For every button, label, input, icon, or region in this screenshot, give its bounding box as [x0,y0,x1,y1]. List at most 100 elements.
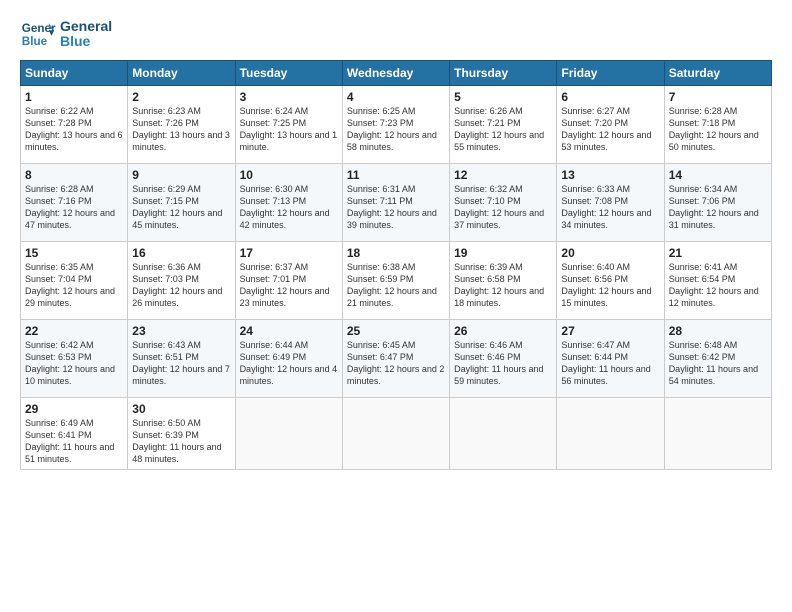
day-number: 3 [240,90,338,104]
day-number: 28 [669,324,767,338]
day-number: 10 [240,168,338,182]
day-number: 30 [132,402,230,416]
calendar-week-4: 22 Sunrise: 6:42 AM Sunset: 6:53 PM Dayl… [21,320,772,398]
day-info: Sunrise: 6:37 AM Sunset: 7:01 PM Dayligh… [240,261,338,310]
svg-text:Blue: Blue [22,35,48,48]
calendar-cell: 21 Sunrise: 6:41 AM Sunset: 6:54 PM Dayl… [664,242,771,320]
logo: General Blue General Blue [20,16,112,52]
calendar-cell: 22 Sunrise: 6:42 AM Sunset: 6:53 PM Dayl… [21,320,128,398]
header-sunday: Sunday [21,61,128,86]
header-saturday: Saturday [664,61,771,86]
day-info: Sunrise: 6:38 AM Sunset: 6:59 PM Dayligh… [347,261,445,310]
day-info: Sunrise: 6:26 AM Sunset: 7:21 PM Dayligh… [454,105,552,154]
day-info: Sunrise: 6:27 AM Sunset: 7:20 PM Dayligh… [561,105,659,154]
day-number: 22 [25,324,123,338]
day-info: Sunrise: 6:46 AM Sunset: 6:46 PM Dayligh… [454,339,552,388]
day-info: Sunrise: 6:29 AM Sunset: 7:15 PM Dayligh… [132,183,230,232]
day-info: Sunrise: 6:28 AM Sunset: 7:16 PM Dayligh… [25,183,123,232]
day-number: 29 [25,402,123,416]
calendar-cell: 3 Sunrise: 6:24 AM Sunset: 7:25 PM Dayli… [235,86,342,164]
calendar-cell: 25 Sunrise: 6:45 AM Sunset: 6:47 PM Dayl… [342,320,449,398]
day-number: 26 [454,324,552,338]
day-info: Sunrise: 6:44 AM Sunset: 6:49 PM Dayligh… [240,339,338,388]
day-info: Sunrise: 6:45 AM Sunset: 6:47 PM Dayligh… [347,339,445,388]
day-number: 21 [669,246,767,260]
day-info: Sunrise: 6:28 AM Sunset: 7:18 PM Dayligh… [669,105,767,154]
day-number: 8 [25,168,123,182]
calendar-table: SundayMondayTuesdayWednesdayThursdayFrid… [20,60,772,470]
day-number: 16 [132,246,230,260]
day-info: Sunrise: 6:22 AM Sunset: 7:28 PM Dayligh… [25,105,123,154]
day-number: 23 [132,324,230,338]
calendar-cell: 17 Sunrise: 6:37 AM Sunset: 7:01 PM Dayl… [235,242,342,320]
calendar-cell: 27 Sunrise: 6:47 AM Sunset: 6:44 PM Dayl… [557,320,664,398]
day-number: 13 [561,168,659,182]
day-number: 19 [454,246,552,260]
calendar-cell: 24 Sunrise: 6:44 AM Sunset: 6:49 PM Dayl… [235,320,342,398]
header-wednesday: Wednesday [342,61,449,86]
day-number: 9 [132,168,230,182]
calendar-week-1: 1 Sunrise: 6:22 AM Sunset: 7:28 PM Dayli… [21,86,772,164]
day-info: Sunrise: 6:36 AM Sunset: 7:03 PM Dayligh… [132,261,230,310]
day-info: Sunrise: 6:23 AM Sunset: 7:26 PM Dayligh… [132,105,230,154]
calendar-cell: 9 Sunrise: 6:29 AM Sunset: 7:15 PM Dayli… [128,164,235,242]
day-info: Sunrise: 6:30 AM Sunset: 7:13 PM Dayligh… [240,183,338,232]
day-number: 12 [454,168,552,182]
calendar-cell [235,398,342,470]
calendar-cell: 26 Sunrise: 6:46 AM Sunset: 6:46 PM Dayl… [450,320,557,398]
calendar-cell: 5 Sunrise: 6:26 AM Sunset: 7:21 PM Dayli… [450,86,557,164]
header-monday: Monday [128,61,235,86]
calendar-cell: 2 Sunrise: 6:23 AM Sunset: 7:26 PM Dayli… [128,86,235,164]
calendar-week-3: 15 Sunrise: 6:35 AM Sunset: 7:04 PM Dayl… [21,242,772,320]
calendar-cell: 10 Sunrise: 6:30 AM Sunset: 7:13 PM Dayl… [235,164,342,242]
calendar-cell: 29 Sunrise: 6:49 AM Sunset: 6:41 PM Dayl… [21,398,128,470]
header-friday: Friday [557,61,664,86]
day-number: 25 [347,324,445,338]
calendar-cell: 13 Sunrise: 6:33 AM Sunset: 7:08 PM Dayl… [557,164,664,242]
day-number: 15 [25,246,123,260]
day-number: 18 [347,246,445,260]
day-info: Sunrise: 6:41 AM Sunset: 6:54 PM Dayligh… [669,261,767,310]
calendar-week-5: 29 Sunrise: 6:49 AM Sunset: 6:41 PM Dayl… [21,398,772,470]
calendar-cell [557,398,664,470]
day-number: 6 [561,90,659,104]
calendar-cell [342,398,449,470]
day-number: 20 [561,246,659,260]
day-info: Sunrise: 6:32 AM Sunset: 7:10 PM Dayligh… [454,183,552,232]
day-info: Sunrise: 6:40 AM Sunset: 6:56 PM Dayligh… [561,261,659,310]
calendar-cell: 1 Sunrise: 6:22 AM Sunset: 7:28 PM Dayli… [21,86,128,164]
calendar-cell: 20 Sunrise: 6:40 AM Sunset: 6:56 PM Dayl… [557,242,664,320]
calendar-cell: 4 Sunrise: 6:25 AM Sunset: 7:23 PM Dayli… [342,86,449,164]
calendar-week-2: 8 Sunrise: 6:28 AM Sunset: 7:16 PM Dayli… [21,164,772,242]
header-thursday: Thursday [450,61,557,86]
calendar-cell: 11 Sunrise: 6:31 AM Sunset: 7:11 PM Dayl… [342,164,449,242]
day-info: Sunrise: 6:43 AM Sunset: 6:51 PM Dayligh… [132,339,230,388]
day-number: 4 [347,90,445,104]
calendar-cell: 6 Sunrise: 6:27 AM Sunset: 7:20 PM Dayli… [557,86,664,164]
logo-general: General [60,19,112,34]
day-info: Sunrise: 6:47 AM Sunset: 6:44 PM Dayligh… [561,339,659,388]
day-number: 27 [561,324,659,338]
day-info: Sunrise: 6:31 AM Sunset: 7:11 PM Dayligh… [347,183,445,232]
day-info: Sunrise: 6:24 AM Sunset: 7:25 PM Dayligh… [240,105,338,154]
day-info: Sunrise: 6:33 AM Sunset: 7:08 PM Dayligh… [561,183,659,232]
day-info: Sunrise: 6:34 AM Sunset: 7:06 PM Dayligh… [669,183,767,232]
calendar-cell: 18 Sunrise: 6:38 AM Sunset: 6:59 PM Dayl… [342,242,449,320]
calendar-cell [664,398,771,470]
day-number: 5 [454,90,552,104]
calendar-header-row: SundayMondayTuesdayWednesdayThursdayFrid… [21,61,772,86]
calendar-cell: 12 Sunrise: 6:32 AM Sunset: 7:10 PM Dayl… [450,164,557,242]
logo-icon: General Blue [20,16,56,52]
day-info: Sunrise: 6:48 AM Sunset: 6:42 PM Dayligh… [669,339,767,388]
calendar-cell: 19 Sunrise: 6:39 AM Sunset: 6:58 PM Dayl… [450,242,557,320]
day-info: Sunrise: 6:25 AM Sunset: 7:23 PM Dayligh… [347,105,445,154]
calendar-cell: 16 Sunrise: 6:36 AM Sunset: 7:03 PM Dayl… [128,242,235,320]
calendar-cell: 15 Sunrise: 6:35 AM Sunset: 7:04 PM Dayl… [21,242,128,320]
day-info: Sunrise: 6:39 AM Sunset: 6:58 PM Dayligh… [454,261,552,310]
calendar-cell: 23 Sunrise: 6:43 AM Sunset: 6:51 PM Dayl… [128,320,235,398]
logo-blue: Blue [60,34,112,49]
day-info: Sunrise: 6:49 AM Sunset: 6:41 PM Dayligh… [25,417,123,466]
page-header: General Blue General Blue [20,16,772,52]
day-number: 17 [240,246,338,260]
day-number: 1 [25,90,123,104]
